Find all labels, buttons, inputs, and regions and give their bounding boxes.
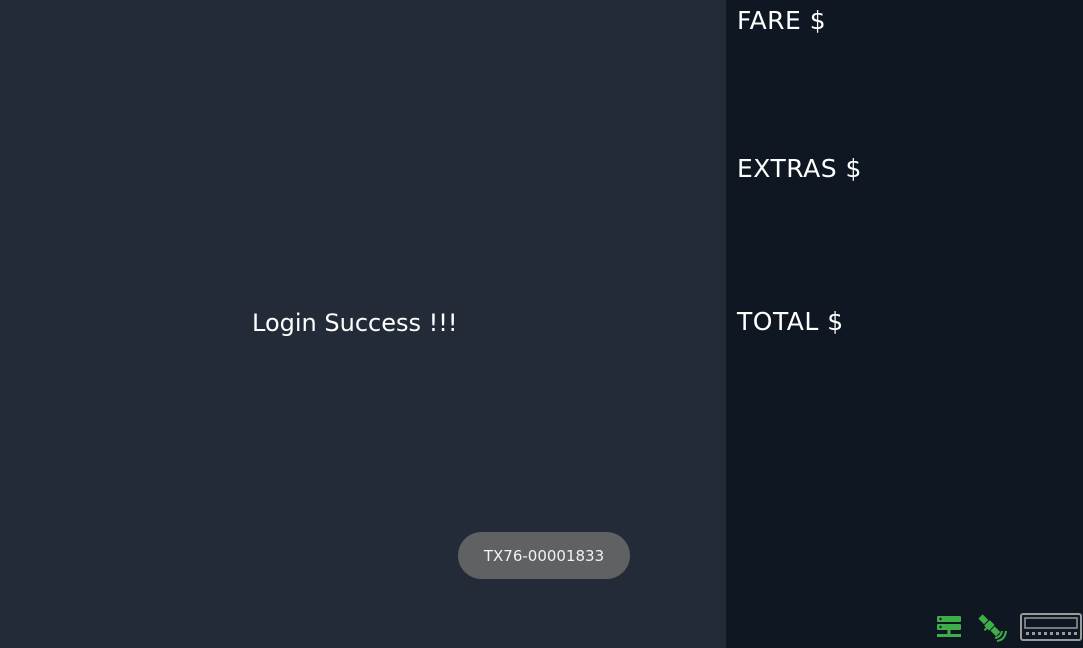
main-panel: Login Success !!! TX76-00001833 (0, 0, 726, 648)
taxi-meter-screen: Login Success !!! TX76-00001833 FARE $ E… (0, 0, 1083, 648)
server-icon (937, 616, 961, 637)
extras-label: EXTRAS $ (737, 154, 862, 183)
meter-device-icon (1020, 613, 1082, 641)
toast-notification: TX76-00001833 (458, 532, 630, 579)
satellite-icon (978, 614, 1007, 642)
fare-label: FARE $ (737, 6, 827, 35)
total-label: TOTAL $ (737, 307, 844, 336)
login-status-message: Login Success !!! (252, 309, 458, 337)
fare-panel: FARE $ EXTRAS $ TOTAL $ (726, 0, 1083, 648)
